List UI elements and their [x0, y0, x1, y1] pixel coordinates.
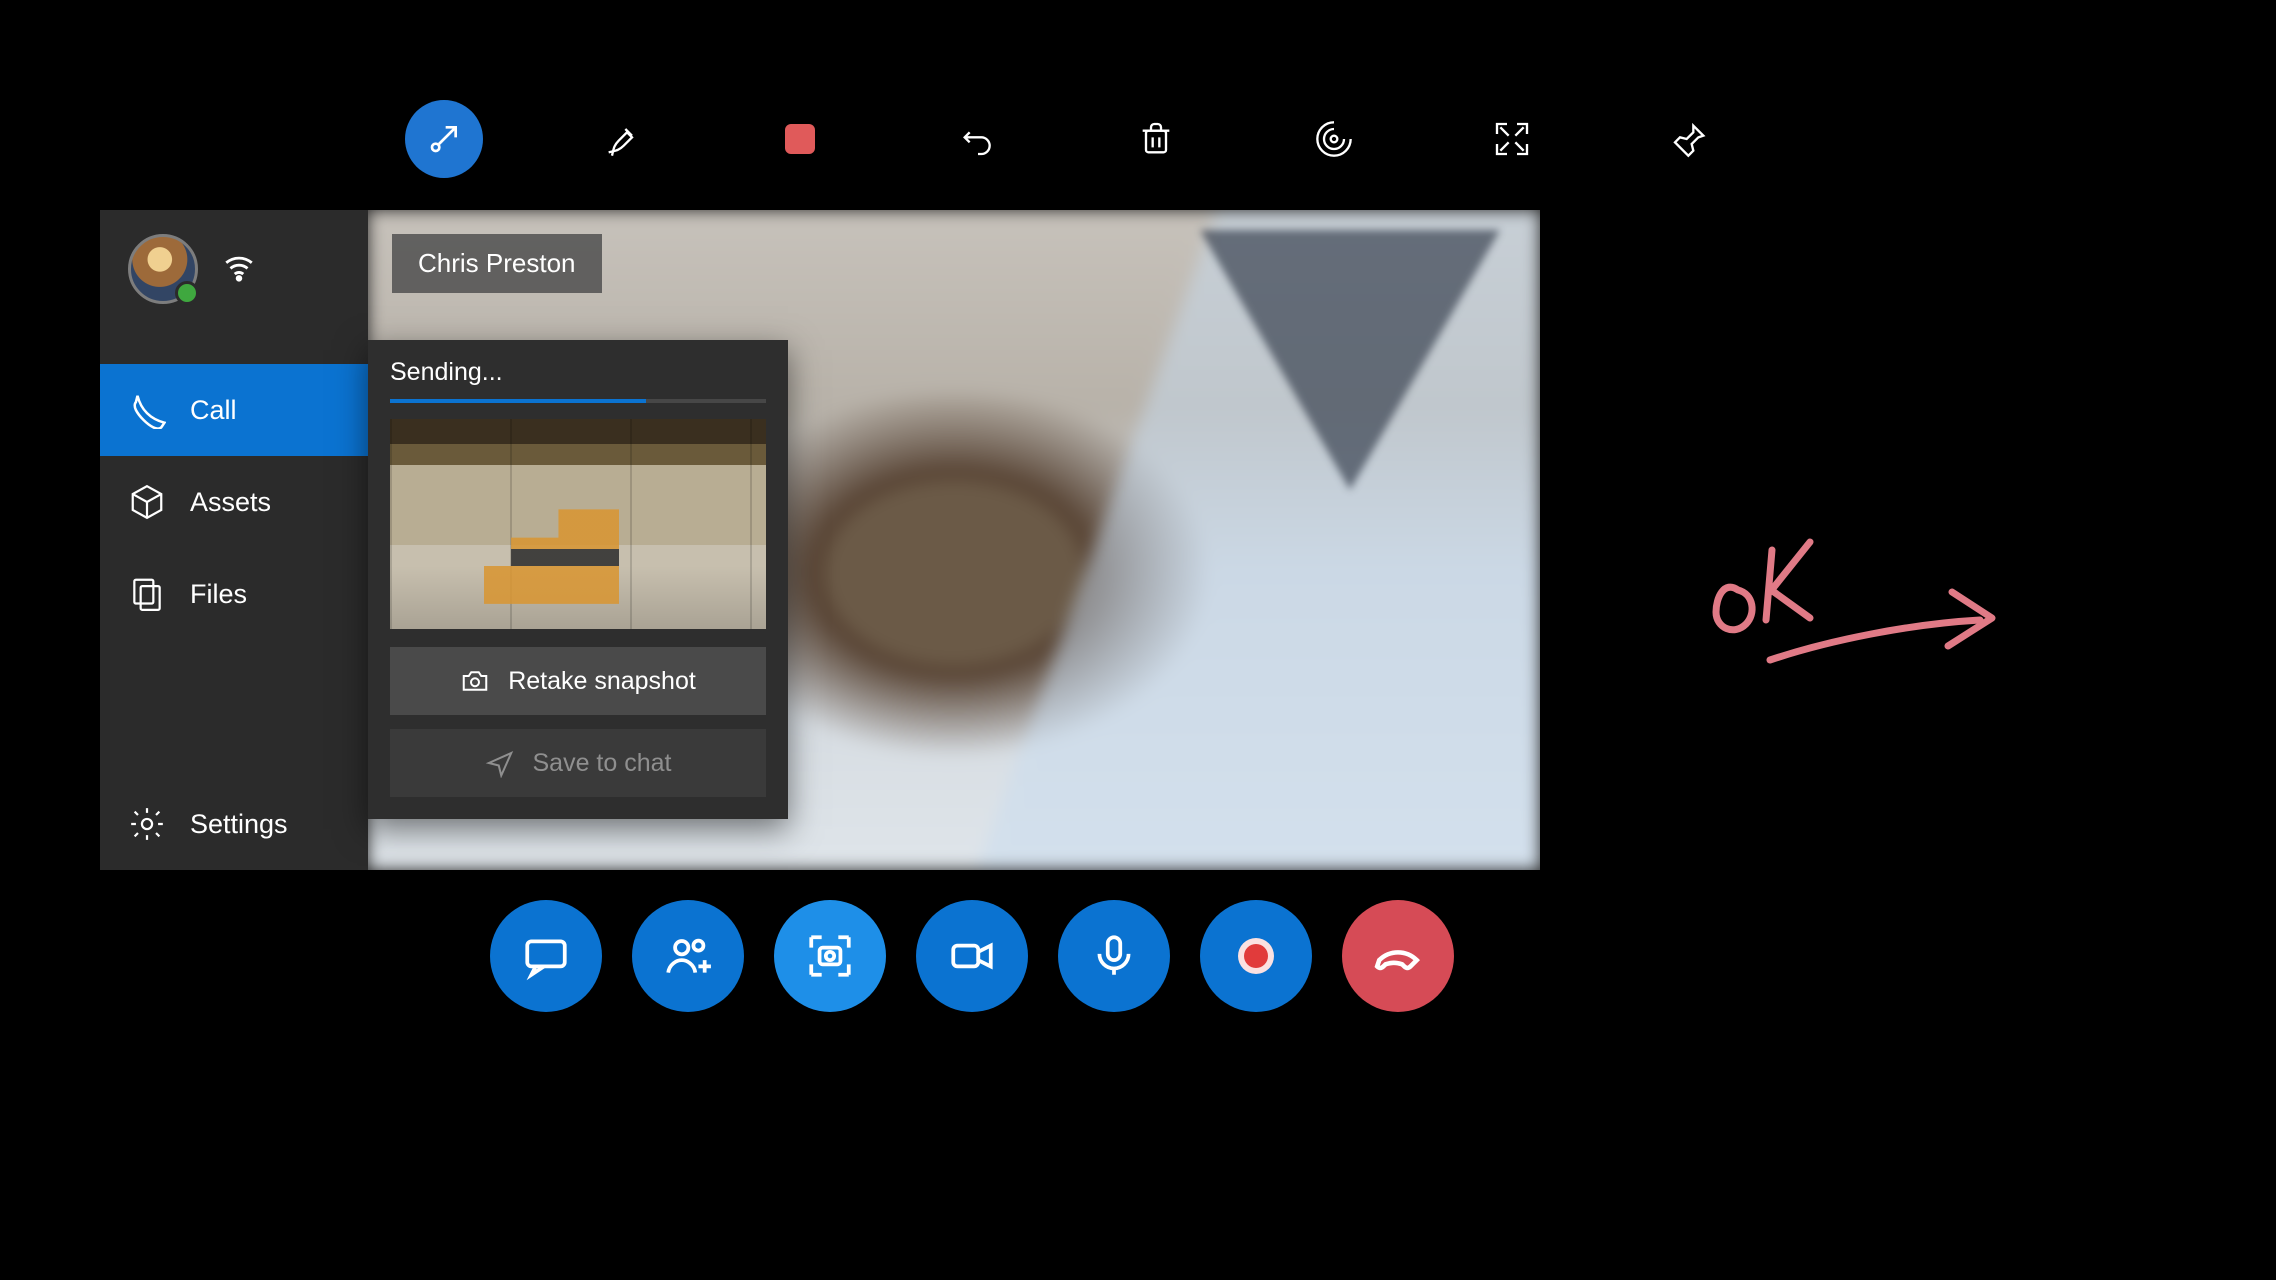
pin-icon [1670, 119, 1710, 159]
fullscreen-tool[interactable] [1473, 100, 1551, 178]
nav-call-label: Call [190, 395, 237, 426]
files-icon [128, 575, 166, 613]
pen-icon [602, 119, 642, 159]
wifi-icon [222, 250, 256, 284]
nav-settings-label: Settings [190, 809, 288, 840]
target-icon [1314, 119, 1354, 159]
nav-files[interactable]: Files [100, 548, 368, 640]
nav-files-label: Files [190, 579, 247, 610]
snapshot-thumbnail [390, 419, 766, 629]
trash-icon [1136, 119, 1176, 159]
record-icon [1238, 938, 1274, 974]
pin-tool[interactable] [1651, 100, 1729, 178]
pen-tool[interactable] [583, 100, 661, 178]
signal-indicator [222, 250, 256, 289]
send-icon [485, 748, 515, 778]
snapshot-progress [390, 399, 766, 403]
nav: Call Assets Files [100, 364, 368, 640]
edit-toolbar [405, 100, 1729, 178]
snapshot-icon [805, 931, 855, 981]
undo-icon [958, 119, 998, 159]
retake-snapshot-button[interactable]: Retake snapshot [390, 647, 766, 715]
app-stage: Call Assets Files [0, 0, 2276, 1280]
presence-badge [175, 281, 199, 305]
snapshot-button[interactable] [774, 900, 886, 1012]
save-label: Save to chat [533, 749, 672, 778]
nav-call[interactable]: Call [100, 364, 368, 456]
chat-button[interactable] [490, 900, 602, 1012]
snapshot-status: Sending... [390, 358, 766, 387]
nav-bottom: Settings [100, 778, 368, 870]
delete-tool[interactable] [1117, 100, 1195, 178]
minimize-tool[interactable] [405, 100, 483, 178]
snapshot-progress-bar [390, 399, 646, 403]
record-button[interactable] [1200, 900, 1312, 1012]
expand-icon [1492, 119, 1532, 159]
add-people-button[interactable] [632, 900, 744, 1012]
nav-assets[interactable]: Assets [100, 456, 368, 548]
mic-icon [1089, 931, 1139, 981]
save-to-chat-button: Save to chat [390, 729, 766, 797]
stop-tool[interactable] [761, 100, 839, 178]
hangup-icon [1373, 931, 1423, 981]
phone-icon [128, 391, 166, 429]
chat-icon [521, 931, 571, 981]
call-controls [490, 900, 1454, 1012]
participant-name: Chris Preston [418, 248, 576, 278]
profile-row [100, 210, 368, 334]
gear-icon [128, 805, 166, 843]
minimize-icon [424, 119, 464, 159]
retake-label: Retake snapshot [508, 667, 696, 696]
video-bg-shape [1200, 230, 1500, 490]
call-window: Call Assets Files [100, 210, 1540, 870]
target-tool[interactable] [1295, 100, 1373, 178]
camera-icon [460, 666, 490, 696]
participant-name-chip: Chris Preston [392, 234, 602, 293]
people-add-icon [663, 931, 713, 981]
sidebar: Call Assets Files [100, 210, 368, 870]
mic-toggle-button[interactable] [1058, 900, 1170, 1012]
video-icon [947, 931, 997, 981]
nav-assets-label: Assets [190, 487, 271, 518]
snapshot-panel: Sending... Retake snapshot Save to chat [368, 340, 788, 819]
stop-icon [785, 124, 815, 154]
ink-annotation [1700, 500, 2020, 685]
end-call-button[interactable] [1342, 900, 1454, 1012]
undo-tool[interactable] [939, 100, 1017, 178]
package-icon [128, 483, 166, 521]
nav-settings[interactable]: Settings [100, 778, 368, 870]
video-toggle-button[interactable] [916, 900, 1028, 1012]
avatar[interactable] [128, 234, 198, 304]
